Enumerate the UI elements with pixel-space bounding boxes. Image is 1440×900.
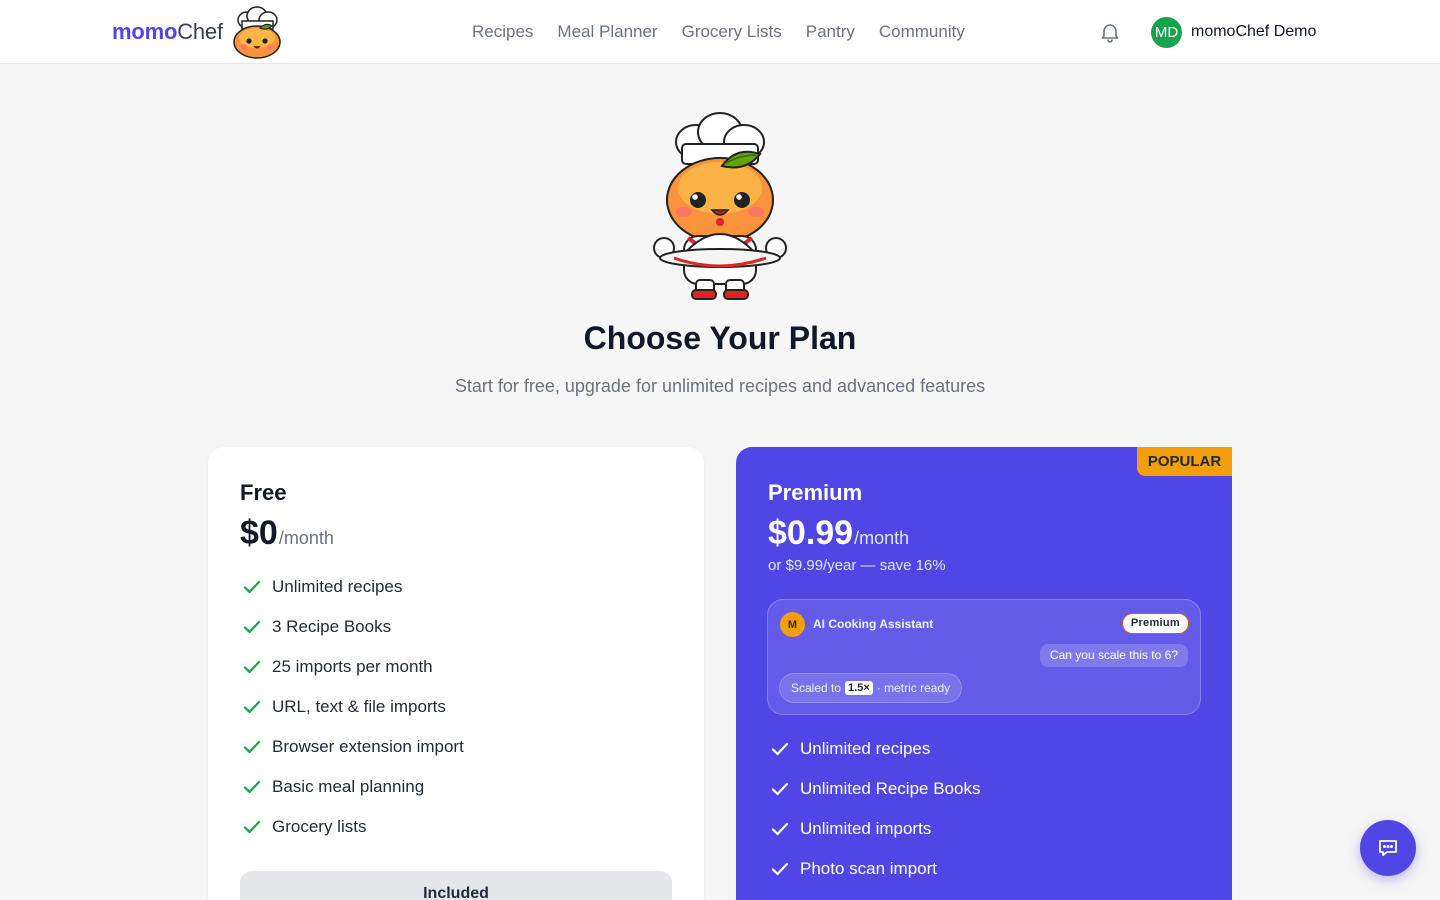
list-item: Basic meal planning — [240, 767, 464, 807]
plan-name: Premium — [768, 480, 863, 505]
peach-chef-holding-cloche-icon — [653, 112, 787, 300]
popular-badge: POPULAR — [1137, 447, 1232, 476]
list-item: Unlimited recipes — [768, 729, 980, 769]
list-item: Grocery lists — [240, 807, 464, 847]
plan-price: $0 — [240, 514, 278, 552]
list-item: Unlimited Recipe Books — [768, 769, 980, 809]
main-nav: Recipes Meal Planner Grocery Lists Pantr… — [472, 0, 989, 64]
premium-badge: Premium — [1121, 613, 1189, 634]
plan-price: $0.99 — [768, 514, 854, 552]
check-icon — [771, 742, 789, 756]
nav-grocery-lists[interactable]: Grocery Lists — [682, 22, 782, 42]
chat-answer-bubble: Scaled to 1.5× · metric ready — [779, 673, 963, 703]
nav-community[interactable]: Community — [879, 22, 965, 42]
price-row: $0 /month — [240, 514, 334, 553]
check-icon — [243, 620, 261, 634]
plan-name: Free — [240, 480, 287, 505]
chat-support-button[interactable] — [1360, 820, 1416, 876]
list-item: Unlimited imports — [768, 809, 980, 849]
check-icon — [243, 820, 261, 834]
check-icon — [771, 822, 789, 836]
check-icon — [243, 740, 261, 754]
top-navigation-bar: momoChef Recipes Meal Planner Grocery Li… — [0, 0, 1440, 64]
bell-icon[interactable] — [1098, 20, 1122, 44]
check-icon — [771, 862, 789, 876]
chat-question-bubble: Can you scale this to 6? — [1039, 644, 1188, 667]
feature-list: Unlimited recipes 3 Recipe Books 25 impo… — [240, 567, 464, 847]
price-period: /month — [278, 528, 334, 548]
list-item: Photo scan import — [768, 849, 980, 889]
user-name: momoChef Demo — [1191, 23, 1317, 40]
free-plan-card: Free $0 /month Unlimited recipes 3 Recip… — [208, 447, 704, 900]
included-button[interactable]: Included — [240, 871, 672, 900]
logo-wordmark: momoChef — [112, 19, 223, 44]
annual-price-note: or $9.99/year — save 16% — [768, 557, 946, 574]
price-period: /month — [854, 528, 910, 548]
list-item: URL, text & file imports — [240, 687, 464, 727]
check-icon — [243, 660, 261, 674]
logo-home-link[interactable]: momoChef — [112, 4, 287, 60]
nav-pantry[interactable]: Pantry — [806, 22, 855, 42]
assistant-title: AI Cooking Assistant — [813, 617, 934, 631]
check-icon — [771, 782, 789, 796]
price-row: $0.99 /month — [768, 514, 909, 553]
list-item: Unlimited recipes — [240, 567, 464, 607]
page-subtitle: Start for free, upgrade for unlimited re… — [454, 376, 986, 396]
user-menu[interactable]: MD momoChef Demo — [1151, 16, 1316, 48]
list-item: 3 Recipe Books — [240, 607, 464, 647]
scale-factor-chip: 1.5× — [845, 681, 873, 695]
nav-recipes[interactable]: Recipes — [472, 22, 533, 42]
assistant-avatar: M — [780, 612, 805, 637]
peach-chef-mascot-icon — [233, 6, 281, 59]
list-item: Browser extension import — [240, 727, 464, 767]
ai-assistant-preview: M AI Cooking Assistant Premium Can you s… — [767, 599, 1201, 715]
check-icon — [243, 700, 261, 714]
check-icon — [243, 780, 261, 794]
chat-bubble-icon — [1379, 840, 1397, 856]
check-icon — [243, 580, 261, 594]
feature-list: Unlimited recipes Unlimited Recipe Books… — [768, 729, 980, 889]
page-title: Choose Your Plan — [583, 320, 857, 356]
avatar: MD — [1151, 16, 1182, 48]
list-item: 25 imports per month — [240, 647, 464, 687]
nav-meal-planner[interactable]: Meal Planner — [557, 22, 657, 42]
premium-plan-card: POPULAR Premium $0.99 /month or $9.99/ye… — [736, 447, 1232, 900]
